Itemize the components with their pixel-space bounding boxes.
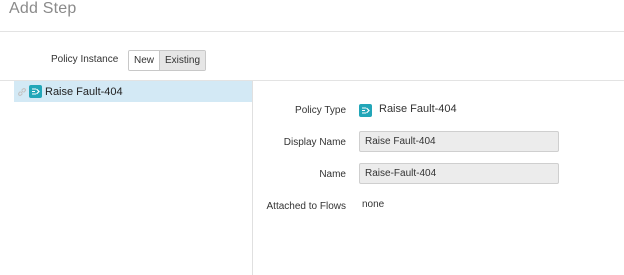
raise-fault-policy-icon [359,104,372,117]
name-field[interactable]: Raise-Fault-404 [359,163,559,184]
policy-list-item-label: Raise Fault-404 [45,85,123,98]
header-divider [0,31,624,32]
policy-type-value: Raise Fault-404 [379,103,457,115]
existing-button[interactable]: Existing [159,51,206,70]
policy-instance-label: Policy Instance [51,54,119,65]
dialog-title: Add Step [9,0,77,17]
display-name-field[interactable]: Raise Fault-404 [359,131,559,152]
attached-to-flows-label: Attached to Flows [266,201,346,212]
link-icon [17,87,27,97]
policy-list-item[interactable]: Raise Fault-404 [14,81,252,102]
name-label: Name [319,169,346,180]
attached-to-flows-value: none [362,199,385,210]
policy-instance-toggle: New Existing [128,50,207,71]
raise-fault-policy-icon [29,85,42,98]
display-name-label: Display Name [283,137,346,148]
policy-type-label: Policy Type [295,105,346,116]
new-button[interactable]: New [129,51,160,70]
